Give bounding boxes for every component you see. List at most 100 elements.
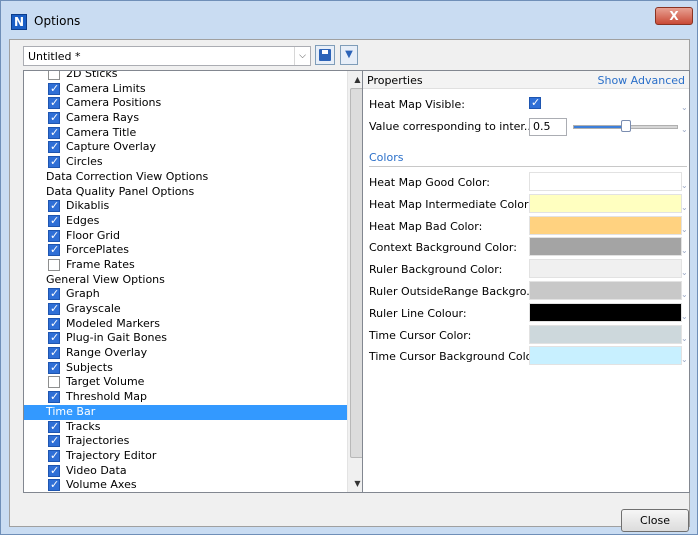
save-preset-button[interactable]: [315, 45, 335, 65]
options-tree[interactable]: 2D SticksCamera LimitsCamera PositionsCa…: [23, 70, 367, 493]
option-checkbox[interactable]: [48, 464, 60, 478]
option-checkbox[interactable]: [48, 376, 60, 389]
tree-option-row[interactable]: Camera Positions: [24, 96, 347, 111]
filter-dropdown-icon: ▼: [345, 49, 353, 60]
value-label: Value corresponding to inter...: [369, 120, 535, 133]
chevron-down-icon[interactable]: ⌄: [681, 103, 688, 112]
tree-option-row[interactable]: ForcePlates: [24, 243, 347, 258]
tree-row-label: Camera Rays: [66, 111, 140, 125]
heat-map-visible-checkbox[interactable]: [529, 96, 541, 109]
color-swatch[interactable]: [529, 172, 682, 191]
tree-option-row[interactable]: Threshold Map: [24, 390, 347, 405]
dialog-client-area: Untitled * ⌵ ▼ 2D SticksCamera LimitsCam…: [9, 39, 690, 532]
tree-row-label: Tracks: [66, 419, 101, 433]
tree-category-row[interactable]: Time Bar: [24, 404, 347, 420]
option-checkbox[interactable]: [48, 229, 60, 243]
tree-option-row[interactable]: Frame Rates: [24, 258, 347, 273]
option-checkbox[interactable]: [48, 243, 60, 258]
tree-option-row[interactable]: Range Overlay: [24, 346, 347, 361]
color-swatch[interactable]: [529, 346, 682, 366]
window-close-button[interactable]: X: [655, 7, 693, 25]
tree-row-label: Camera Limits: [66, 81, 146, 95]
color-swatch[interactable]: [529, 281, 682, 300]
tree-category-row[interactable]: Data Quality Panel Options: [24, 185, 347, 200]
option-checkbox[interactable]: [48, 331, 60, 346]
tree-option-row[interactable]: Plug-in Gait Bones: [24, 331, 347, 346]
tree-option-row[interactable]: Target Volume: [24, 375, 347, 390]
color-swatch[interactable]: [529, 259, 682, 279]
preset-menu-button[interactable]: ▼: [340, 45, 358, 65]
chevron-down-icon[interactable]: ⌄: [681, 181, 688, 190]
option-checkbox[interactable]: [48, 126, 60, 140]
close-button[interactable]: Close: [621, 509, 689, 532]
tree-option-row[interactable]: Circles: [24, 155, 347, 170]
option-checkbox[interactable]: [48, 361, 60, 375]
preset-combobox[interactable]: Untitled * ⌵: [23, 46, 311, 66]
tree-category-row[interactable]: General View Options: [24, 273, 347, 288]
tree-option-row[interactable]: 2D Sticks: [24, 71, 347, 82]
tree-option-row[interactable]: Dikablis: [24, 199, 347, 214]
chevron-down-icon[interactable]: ⌄: [681, 290, 688, 299]
option-checkbox[interactable]: [48, 155, 60, 170]
app-logo-icon: N: [11, 14, 27, 30]
option-checkbox[interactable]: [48, 199, 60, 214]
chevron-down-icon[interactable]: ⌄: [681, 312, 688, 321]
chevron-down-icon[interactable]: ⌄: [681, 268, 688, 277]
tree-row-label: Capture Overlay: [66, 140, 156, 154]
option-checkbox[interactable]: [48, 390, 60, 405]
option-checkbox[interactable]: [48, 96, 60, 111]
tree-option-row[interactable]: Graph: [24, 287, 347, 302]
chevron-down-icon[interactable]: ⌵: [294, 47, 310, 65]
color-swatch[interactable]: [529, 193, 682, 213]
color-property-label: Ruler Background Color:: [369, 263, 503, 277]
color-swatch[interactable]: [529, 215, 682, 235]
color-swatch[interactable]: [529, 324, 682, 344]
option-checkbox[interactable]: [48, 82, 60, 96]
tree-option-row[interactable]: Tracks: [24, 419, 347, 434]
chevron-down-icon[interactable]: ⌄: [681, 334, 688, 343]
option-checkbox[interactable]: [48, 214, 60, 229]
option-checkbox[interactable]: [48, 346, 60, 361]
option-checkbox[interactable]: [48, 478, 60, 492]
tree-row-label: Volume Axes: [66, 478, 137, 492]
tree-option-row[interactable]: Video Data: [24, 464, 347, 478]
tree-option-row[interactable]: Volume Axes: [24, 478, 347, 492]
tree-row-label: Floor Grid: [66, 228, 120, 242]
option-checkbox[interactable]: [48, 434, 60, 449]
tree-option-row[interactable]: Trajectories: [24, 434, 347, 449]
option-checkbox[interactable]: [48, 317, 60, 331]
option-checkbox[interactable]: [48, 140, 60, 155]
chevron-down-icon[interactable]: ⌄: [681, 355, 688, 364]
tree-option-row[interactable]: Edges: [24, 214, 347, 229]
option-checkbox[interactable]: [48, 71, 60, 80]
option-checkbox[interactable]: [48, 111, 60, 126]
slider-thumb[interactable]: [620, 120, 631, 132]
tree-option-row[interactable]: Trajectory Editor: [24, 449, 347, 464]
color-property-row: Ruler OutsideRange Backgro... ⌄: [363, 280, 689, 302]
chevron-down-icon[interactable]: ⌄: [681, 225, 688, 234]
tree-option-row[interactable]: Capture Overlay: [24, 140, 347, 155]
option-checkbox[interactable]: [48, 258, 60, 271]
option-checkbox[interactable]: [48, 420, 60, 434]
tree-option-row[interactable]: Camera Rays: [24, 111, 347, 126]
tree-option-row[interactable]: Camera Title: [24, 126, 347, 140]
chevron-down-icon[interactable]: ⌄: [681, 246, 688, 255]
chevron-down-icon[interactable]: ⌄: [681, 203, 688, 212]
tree-option-row[interactable]: Modeled Markers: [24, 317, 347, 331]
title-bar[interactable]: N Options X: [1, 1, 697, 41]
tree-row-label: Threshold Map: [66, 390, 147, 404]
color-swatch[interactable]: [529, 302, 682, 322]
option-checkbox[interactable]: [48, 287, 60, 302]
chevron-down-icon[interactable]: ⌄: [681, 125, 688, 134]
option-checkbox[interactable]: [48, 302, 60, 317]
show-advanced-link[interactable]: Show Advanced: [597, 74, 685, 87]
value-input[interactable]: 0.5: [529, 118, 567, 136]
tree-option-row[interactable]: Subjects: [24, 361, 347, 375]
color-swatch[interactable]: [529, 237, 682, 257]
tree-option-row[interactable]: Camera Limits: [24, 81, 347, 96]
tree-category-row[interactable]: Data Correction View Options: [24, 170, 347, 185]
option-checkbox[interactable]: [48, 449, 60, 464]
tree-option-row[interactable]: Grayscale: [24, 302, 347, 317]
tree-option-row[interactable]: Floor Grid: [24, 228, 347, 243]
save-icon: [319, 49, 331, 61]
